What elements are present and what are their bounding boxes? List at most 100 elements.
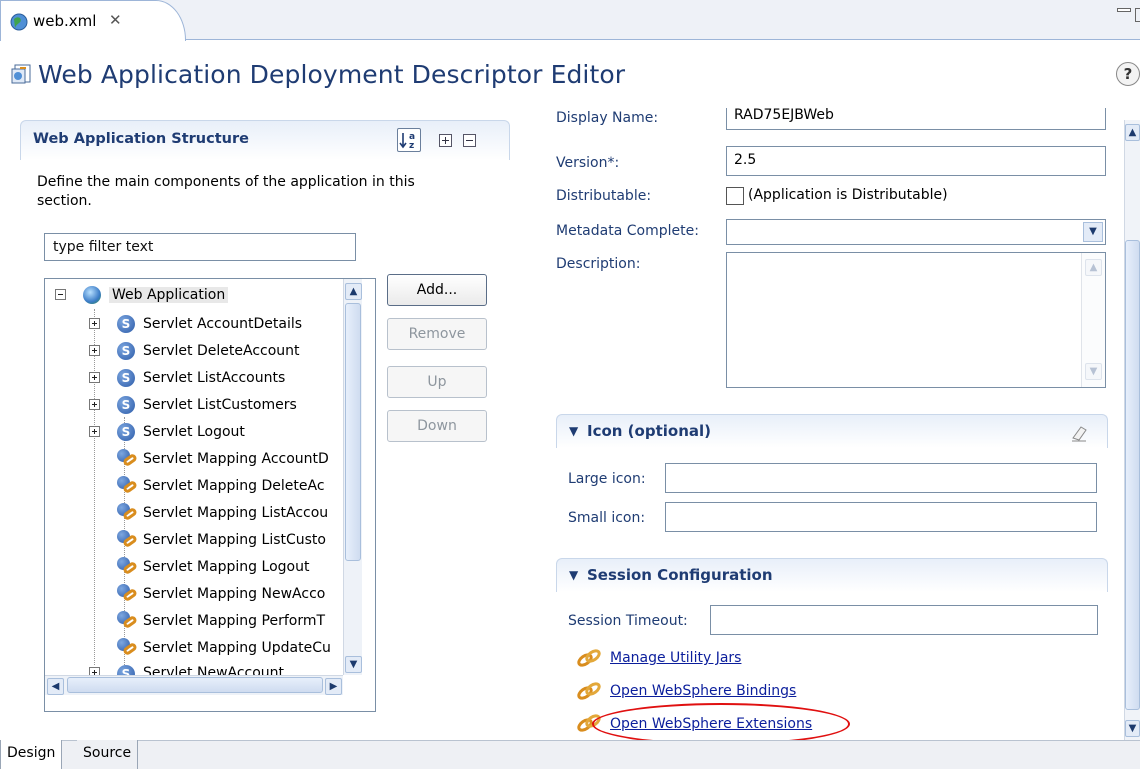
minimize-icon[interactable] [1117,8,1131,12]
tree-horizontal-scroll-thumb[interactable] [67,677,323,693]
display-name-row: Display Name: RAD75EJBWeb [552,108,1112,130]
servlet-icon: S [117,369,135,387]
metadata-complete-select[interactable]: ▼ [726,219,1106,245]
expand-icon[interactable] [89,426,100,437]
sort-alphabetical-icon[interactable]: a z [397,128,421,152]
tree-item-label: Servlet DeleteAccount [143,343,300,359]
help-icon[interactable]: ? [1116,62,1140,86]
servlet-mapping-icon [117,611,139,631]
collapse-icon[interactable] [55,289,66,300]
open-websphere-bindings-link[interactable]: Open WebSphere Bindings [610,683,796,699]
tree-item-servlet[interactable]: S Servlet AccountDetails [89,312,302,336]
tree-item-label: Servlet Mapping Logout [143,559,310,575]
tree-item-label: Servlet Mapping ListCusto [143,532,326,548]
servlet-mapping-icon [117,584,139,604]
scroll-left-icon[interactable]: ◀ [47,678,64,695]
up-button[interactable]: Up [387,366,487,398]
maximize-icon[interactable] [1135,8,1140,22]
close-icon[interactable]: ✕ [109,11,122,29]
tree-item-servlet-mapping[interactable]: Servlet Mapping NewAcco [117,582,325,606]
distributable-label: Distributable: [556,188,652,204]
eraser-icon[interactable] [1070,424,1088,442]
servlet-icon: S [117,315,135,333]
collapse-all-icon[interactable] [463,134,476,147]
display-name-field[interactable]: RAD75EJBWeb [726,108,1106,130]
editor-title: Web Application Deployment Descriptor Ed… [38,59,626,89]
section-description: Define the main components of the applic… [37,174,415,209]
down-button[interactable]: Down [387,410,487,442]
tree-item-servlet[interactable]: S Servlet DeleteAccount [89,339,300,363]
session-timeout-label: Session Timeout: [568,613,688,629]
tree-item-servlet-mapping[interactable]: Servlet Mapping AccountD [117,447,329,471]
highlight-ellipse [592,703,850,745]
tree-item-label: Servlet Mapping PerformT [143,613,326,629]
display-name-value: RAD75EJBWeb [734,108,834,123]
large-icon-field[interactable] [665,463,1097,493]
chevron-down-icon[interactable]: ▼ [569,424,578,438]
scroll-up-icon[interactable]: ▲ [1125,124,1140,141]
section-header: Web Application Structure a z [20,120,510,160]
tab-source[interactable]: Source [77,740,139,769]
editor-vertical-scroll-thumb[interactable] [1125,240,1140,710]
tree-item-web-application[interactable]: Web Application [55,283,229,307]
tab-design[interactable]: Design [0,740,63,769]
scroll-down-icon[interactable]: ▼ [1085,363,1102,380]
scroll-up-icon[interactable]: ▲ [1085,259,1102,276]
chevron-down-icon[interactable]: ▼ [1083,222,1103,242]
version-value: 2.5 [734,152,757,168]
servlet-mapping-icon [117,503,139,523]
section-title: Web Application Structure [33,131,249,147]
expand-icon[interactable] [89,318,100,329]
scroll-down-icon[interactable]: ▼ [1125,720,1140,737]
distributable-checkbox[interactable] [726,187,744,205]
scroll-down-icon[interactable]: ▼ [345,656,362,673]
tree-item-servlet[interactable]: S Servlet ListAccounts [89,366,285,390]
tree-item-servlet[interactable]: S Servlet Logout [89,420,245,444]
manage-utility-jars-link[interactable]: Manage Utility Jars [610,650,741,666]
filter-input[interactable] [44,233,356,261]
display-name-label: Display Name: [556,110,659,126]
structure-tree: Web Application S Servlet AccountDetails… [44,278,376,712]
editor-tab-web-xml[interactable]: web.xml ✕ [0,0,186,41]
distributable-checkbox-label: (Application is Distributable) [748,187,948,203]
expand-icon[interactable] [89,399,100,410]
web-module-icon [10,13,28,31]
scroll-right-icon[interactable]: ▶ [325,678,342,695]
expand-icon[interactable] [89,372,100,383]
small-icon-field[interactable] [665,502,1097,532]
tree-item-servlet[interactable]: S Servlet ListCustomers [89,393,297,417]
tree-item-label: Servlet Mapping NewAcco [143,586,326,602]
chevron-down-icon[interactable]: ▼ [569,568,578,582]
tree-item-servlet-mapping[interactable]: Servlet Mapping UpdateCu [117,636,331,660]
session-section-header[interactable]: ▼ Session Configuration [556,558,1108,592]
remove-button[interactable]: Remove [387,318,487,350]
metadata-complete-label: Metadata Complete: [556,223,699,239]
expand-icon[interactable] [89,345,100,356]
svg-text:z: z [409,141,414,151]
description-label: Description: [556,256,641,272]
expand-all-icon[interactable] [439,134,452,147]
tree-item-servlet-mapping[interactable]: Servlet Mapping Logout [117,555,309,579]
tree-vertical-scroll-thumb[interactable] [345,303,361,561]
tree-item-label: Servlet Mapping DeleteAc [143,478,325,494]
tree-item-label: Web Application [109,287,229,303]
tree-item-label: Servlet AccountDetails [143,316,303,332]
description-textarea[interactable]: ▲ ▼ [726,252,1106,388]
description-scrollbar[interactable]: ▲ ▼ [1081,253,1105,387]
small-icon-label: Small icon: [568,510,646,526]
version-field[interactable]: 2.5 [726,146,1106,176]
tree-item-servlet-mapping[interactable]: Servlet Mapping ListAccou [117,501,328,525]
tree-item-servlet-mapping[interactable]: Servlet Mapping DeleteAc [117,474,325,498]
add-button[interactable]: Add... [387,274,487,306]
session-section-title: Session Configuration [587,566,773,584]
web-application-icon [83,286,101,304]
tree-item-label: Servlet ListCustomers [143,397,297,413]
icon-section-header[interactable]: ▼ Icon (optional) [556,414,1108,448]
scroll-up-icon[interactable]: ▲ [345,283,362,300]
tree-item-label: Servlet Mapping UpdateCu [143,640,331,656]
session-timeout-field[interactable] [710,605,1098,635]
servlet-mapping-icon [117,449,139,469]
tree-item-servlet-mapping[interactable]: Servlet Mapping ListCusto [117,528,326,552]
tree-item-servlet-mapping[interactable]: Servlet Mapping PerformT [117,609,325,633]
servlet-mapping-icon [117,530,139,550]
